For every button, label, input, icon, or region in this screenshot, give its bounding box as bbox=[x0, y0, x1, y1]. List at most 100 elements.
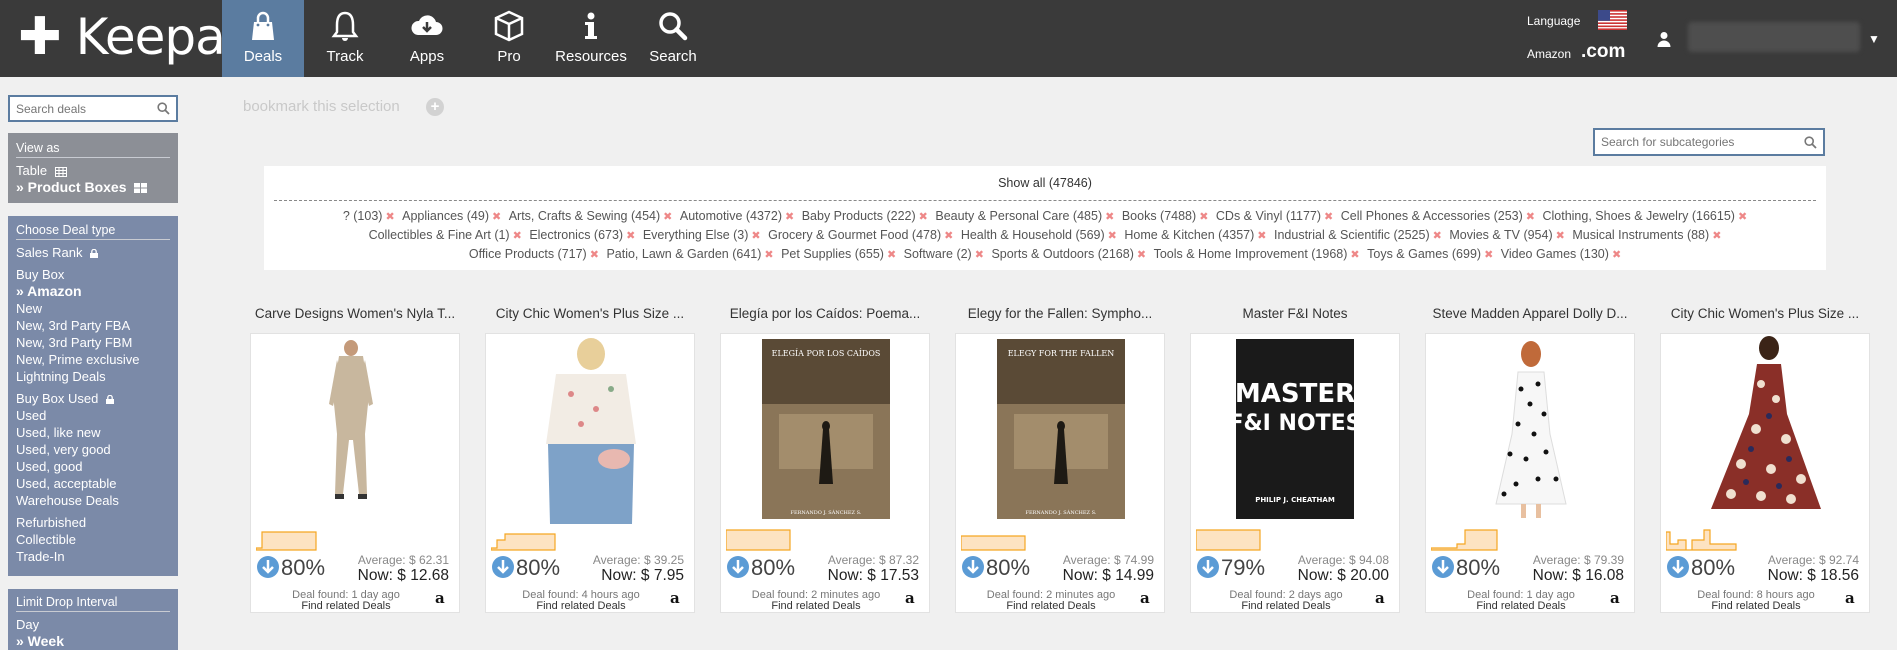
nav-resources[interactable]: Resources bbox=[550, 0, 632, 77]
category-filter-item[interactable]: ? (103) ✖ bbox=[343, 207, 395, 226]
product-image[interactable] bbox=[1426, 334, 1636, 524]
price-history-chart[interactable] bbox=[256, 526, 456, 552]
find-related-deals-link[interactable]: Find related Deals bbox=[1426, 600, 1616, 612]
product-title[interactable]: Master F&I Notes bbox=[1190, 306, 1400, 328]
find-related-deals-link[interactable]: Find related Deals bbox=[1191, 600, 1381, 612]
category-filter-item[interactable]: Cell Phones & Accessories (253) ✖ bbox=[1341, 207, 1535, 226]
category-filter-item[interactable]: Collectibles & Fine Art (1) ✖ bbox=[369, 226, 522, 245]
plus-icon[interactable]: + bbox=[426, 98, 444, 116]
category-filter-item[interactable]: CDs & Vinyl (1177) ✖ bbox=[1216, 207, 1333, 226]
remove-category-icon[interactable]: ✖ bbox=[1526, 211, 1535, 223]
amazon-icon[interactable]: a bbox=[905, 591, 919, 607]
remove-category-icon[interactable]: ✖ bbox=[1738, 211, 1747, 223]
remove-category-icon[interactable]: ✖ bbox=[1199, 211, 1208, 223]
product-box[interactable]: Elegía por los Caídos: Poema... ELEGÍA P… bbox=[720, 306, 930, 613]
category-filter-item[interactable]: Tools & Home Improvement (1968) ✖ bbox=[1154, 245, 1360, 264]
nav-deals[interactable]: Deals bbox=[222, 0, 304, 77]
amazon-domain-selector[interactable]: .com bbox=[1581, 41, 1625, 63]
remove-category-icon[interactable]: ✖ bbox=[1712, 230, 1721, 242]
category-filter-item[interactable]: Baby Products (222) ✖ bbox=[802, 207, 928, 226]
product-card[interactable]: 80% Average: $ 79.39 Now: $ 16.08 Deal f… bbox=[1425, 333, 1635, 613]
nav-track[interactable]: Track bbox=[304, 0, 386, 77]
product-card[interactable]: 80% Average: $ 62.31 Now: $ 12.68 Deal f… bbox=[250, 333, 460, 613]
category-filter-item[interactable]: Movies & TV (954) ✖ bbox=[1449, 226, 1565, 245]
category-filter-item[interactable]: Books (7488) ✖ bbox=[1122, 207, 1209, 226]
category-filter-item[interactable]: Clothing, Shoes & Jewelry (16615) ✖ bbox=[1542, 207, 1747, 226]
category-label[interactable]: Industrial & Scientific (2525) bbox=[1274, 228, 1430, 242]
category-label[interactable]: Health & Household (569) bbox=[961, 228, 1105, 242]
category-filter-item[interactable]: Pet Supplies (655) ✖ bbox=[781, 245, 896, 264]
product-image[interactable] bbox=[1661, 334, 1871, 524]
product-card[interactable]: 80% Average: $ 92.74 Now: $ 18.56 Deal f… bbox=[1660, 333, 1870, 613]
category-label[interactable]: Pet Supplies (655) bbox=[781, 247, 884, 261]
product-title[interactable]: Elegía por los Caídos: Poema... bbox=[720, 306, 930, 328]
category-filter-item[interactable]: Arts, Crafts & Sewing (454) ✖ bbox=[509, 207, 673, 226]
deal-type-refurbished[interactable]: Refurbished bbox=[8, 514, 178, 531]
drop-interval-day[interactable]: Day bbox=[8, 616, 178, 633]
find-related-deals-link[interactable]: Find related Deals bbox=[251, 600, 441, 612]
product-title[interactable]: Steve Madden Apparel Dolly D... bbox=[1425, 306, 1635, 328]
remove-category-icon[interactable]: ✖ bbox=[1556, 230, 1565, 242]
remove-category-icon[interactable]: ✖ bbox=[1324, 211, 1333, 223]
category-label[interactable]: Automotive (4372) bbox=[680, 209, 782, 223]
price-history-chart[interactable] bbox=[1431, 526, 1631, 552]
category-filter-item[interactable]: Industrial & Scientific (2525) ✖ bbox=[1274, 226, 1442, 245]
account-name-redacted[interactable] bbox=[1688, 22, 1860, 52]
category-label[interactable]: Cell Phones & Accessories (253) bbox=[1341, 209, 1523, 223]
product-image[interactable]: MASTER F&I NOTES PHILIP J. CHEATHAM bbox=[1191, 334, 1401, 524]
category-filter-item[interactable]: Patio, Lawn & Garden (641) ✖ bbox=[606, 245, 773, 264]
keepa-logo[interactable]: ✚ Keepa bbox=[18, 8, 226, 66]
remove-category-icon[interactable]: ✖ bbox=[919, 211, 928, 223]
category-label[interactable]: Toys & Games (699) bbox=[1367, 247, 1481, 261]
product-image[interactable] bbox=[486, 334, 696, 524]
deal-type-used-acceptable[interactable]: Used, acceptable bbox=[8, 475, 178, 492]
price-history-chart[interactable] bbox=[961, 526, 1161, 552]
deal-type-used-good[interactable]: Used, good bbox=[8, 458, 178, 475]
remove-category-icon[interactable]: ✖ bbox=[764, 249, 773, 261]
remove-category-icon[interactable]: ✖ bbox=[590, 249, 599, 261]
deal-type-used-very-good[interactable]: Used, very good bbox=[8, 441, 178, 458]
product-card[interactable]: ELEGY FOR THE FALLEN FERNANDO J. SÁNCHEZ… bbox=[955, 333, 1165, 613]
category-filter-item[interactable]: Beauty & Personal Care (485) ✖ bbox=[935, 207, 1114, 226]
category-filter-item[interactable]: Appliances (49) ✖ bbox=[402, 207, 501, 226]
deal-type-used-like-new[interactable]: Used, like new bbox=[8, 424, 178, 441]
remove-category-icon[interactable]: ✖ bbox=[785, 211, 794, 223]
category-filter-item[interactable]: Musical Instruments (88) ✖ bbox=[1572, 226, 1721, 245]
subcategory-search-field[interactable] bbox=[1593, 128, 1825, 156]
search-icon[interactable] bbox=[1804, 136, 1817, 149]
search-icon[interactable] bbox=[157, 102, 170, 115]
category-label[interactable]: Arts, Crafts & Sewing (454) bbox=[509, 209, 660, 223]
price-history-chart[interactable] bbox=[1666, 526, 1866, 552]
deal-type-new-prime-exclusive[interactable]: New, Prime exclusive bbox=[8, 351, 178, 368]
remove-category-icon[interactable]: ✖ bbox=[626, 230, 635, 242]
price-history-chart[interactable] bbox=[726, 526, 926, 552]
category-filter-item[interactable]: Toys & Games (699) ✖ bbox=[1367, 245, 1493, 264]
category-filter-item[interactable]: Video Games (130) ✖ bbox=[1501, 245, 1621, 264]
product-image[interactable]: ELEGY FOR THE FALLEN FERNANDO J. SÁNCHEZ… bbox=[956, 334, 1166, 524]
deal-type-sales-rank[interactable]: Sales Rank bbox=[8, 244, 178, 261]
deal-type-collectible[interactable]: Collectible bbox=[8, 531, 178, 548]
category-label[interactable]: Patio, Lawn & Garden (641) bbox=[606, 247, 761, 261]
product-card[interactable]: 80% Average: $ 39.25 Now: $ 7.95 Deal fo… bbox=[485, 333, 695, 613]
category-label[interactable]: Musical Instruments (88) bbox=[1572, 228, 1709, 242]
product-box[interactable]: Carve Designs Women's Nyla T... 80% Aver… bbox=[250, 306, 460, 613]
category-label[interactable]: Books (7488) bbox=[1122, 209, 1196, 223]
category-filter-item[interactable]: Office Products (717) ✖ bbox=[469, 245, 599, 264]
category-label[interactable]: Video Games (130) bbox=[1501, 247, 1609, 261]
category-label[interactable]: Office Products (717) bbox=[469, 247, 587, 261]
product-box[interactable]: Steve Madden Apparel Dolly D... 80% Aver… bbox=[1425, 306, 1635, 613]
category-label[interactable]: Software (2) bbox=[904, 247, 972, 261]
category-label[interactable]: Baby Products (222) bbox=[802, 209, 916, 223]
amazon-icon[interactable]: a bbox=[1140, 591, 1154, 607]
remove-category-icon[interactable]: ✖ bbox=[1108, 230, 1117, 242]
category-label[interactable]: Everything Else (3) bbox=[643, 228, 749, 242]
deal-type-buy-box[interactable]: Buy Box bbox=[8, 266, 178, 283]
category-filter-item[interactable]: Software (2) ✖ bbox=[904, 245, 984, 264]
category-label[interactable]: Grocery & Gourmet Food (478) bbox=[768, 228, 941, 242]
product-box[interactable]: City Chic Women's Plus Size ... 80% Aver… bbox=[485, 306, 695, 613]
amazon-icon[interactable]: a bbox=[1375, 591, 1389, 607]
view-table-option[interactable]: Table bbox=[8, 162, 178, 179]
remove-category-icon[interactable]: ✖ bbox=[1612, 249, 1621, 261]
product-title[interactable]: City Chic Women's Plus Size ... bbox=[485, 306, 695, 328]
category-label[interactable]: CDs & Vinyl (1177) bbox=[1216, 209, 1321, 223]
